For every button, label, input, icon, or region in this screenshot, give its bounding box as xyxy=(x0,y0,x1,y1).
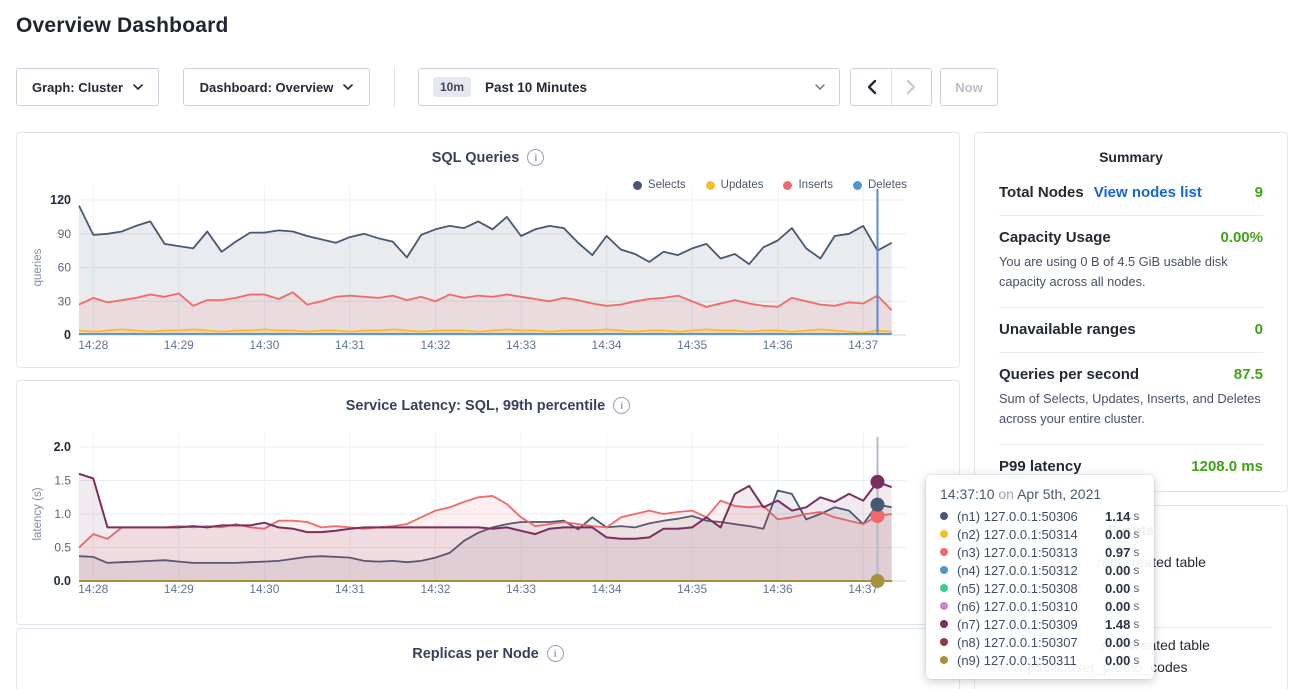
tooltip-row-n1: (n1) 127.0.0.1:50306 1.14 s xyxy=(940,507,1140,525)
graph-scope-label: Graph: Cluster xyxy=(32,80,123,95)
svg-text:0.0: 0.0 xyxy=(54,574,71,588)
replicas-title: Replicas per Node xyxy=(412,646,539,662)
tooltip-row-n8: (n8) 127.0.0.1:50307 0.00 s xyxy=(940,633,1140,651)
total-nodes-label: Total Nodes xyxy=(999,184,1084,201)
svg-text:14:31: 14:31 xyxy=(335,338,365,352)
n2-dot xyxy=(940,530,948,538)
svg-text:0.5: 0.5 xyxy=(54,541,71,555)
svg-text:14:28: 14:28 xyxy=(78,338,108,352)
graph-scope-dropdown[interactable]: Graph: Cluster xyxy=(16,68,159,106)
summary-heading: Summary xyxy=(999,133,1263,171)
svg-text:1.0: 1.0 xyxy=(54,507,71,521)
total-nodes-value: 9 xyxy=(1255,184,1263,201)
page-title: Overview Dashboard xyxy=(16,14,229,38)
capacity-usage-value: 0.00% xyxy=(1220,229,1263,246)
qps-value: 87.5 xyxy=(1234,366,1263,383)
svg-text:queries: queries xyxy=(32,248,44,286)
replicas-card: Replicas per Node i xyxy=(16,628,960,689)
n6-dot xyxy=(940,602,948,610)
info-icon[interactable]: i xyxy=(547,645,564,662)
time-range-badge: 10m xyxy=(433,77,471,97)
p99-latency-label: P99 latency xyxy=(999,458,1082,475)
summary-qps-row: Queries per second 87.5 Sum of Selects, … xyxy=(999,353,1263,445)
tooltip-row-n2: (n2) 127.0.0.1:50314 0.00 s xyxy=(940,525,1140,543)
p99-latency-value: 1208.0 ms xyxy=(1191,458,1263,475)
tooltip-row-n5: (n5) 127.0.0.1:50308 0.00 s xyxy=(940,579,1140,597)
n9-dot xyxy=(940,656,948,664)
svg-text:120: 120 xyxy=(50,193,71,207)
n8-dot xyxy=(940,638,948,646)
controls-divider xyxy=(394,66,395,108)
dashboard-label: Dashboard: Overview xyxy=(200,80,334,95)
chart-hover-tooltip: 14:37:10 on Apr 5th, 2021 (n1) 127.0.0.1… xyxy=(926,475,1154,679)
time-range-selector[interactable]: 10m Past 10 Minutes xyxy=(418,68,840,106)
n1-dot xyxy=(940,512,948,520)
sql-queries-card: SQL Queries i Selects Updates Inserts De… xyxy=(16,132,960,368)
chevron-down-icon xyxy=(815,84,825,90)
svg-text:14:33: 14:33 xyxy=(506,582,536,596)
now-button-label: Now xyxy=(955,80,982,95)
tooltip-timestamp: 14:37:10 on Apr 5th, 2021 xyxy=(940,486,1140,502)
svg-text:14:33: 14:33 xyxy=(506,338,536,352)
capacity-usage-label: Capacity Usage xyxy=(999,229,1111,246)
overview-dashboard-page: Overview Dashboard Graph: Cluster Dashbo… xyxy=(0,0,1290,689)
chevron-down-icon xyxy=(343,84,353,90)
time-range-label: Past 10 Minutes xyxy=(485,80,815,95)
service-latency-chart[interactable]: 0.0 0.5 1.0 1.5 2.0 14:28 14:29 14:30 14:31 14:32… xyxy=(17,381,961,626)
chevron-left-icon xyxy=(866,79,877,95)
prev-range-button[interactable] xyxy=(851,69,891,105)
summary-capacity-row: Capacity Usage 0.00% You are using 0 B o… xyxy=(999,216,1263,308)
view-nodes-list-link[interactable]: View nodes list xyxy=(1094,184,1202,201)
service-latency-card: Service Latency: SQL, 99th percentile i … xyxy=(16,380,960,625)
svg-text:14:34: 14:34 xyxy=(592,338,622,352)
svg-text:14:36: 14:36 xyxy=(763,338,793,352)
summary-unavailable-row: Unavailable ranges 0 xyxy=(999,308,1263,353)
svg-text:14:32: 14:32 xyxy=(420,338,450,352)
svg-text:60: 60 xyxy=(58,261,72,275)
tooltip-row-n7: (n7) 127.0.0.1:50309 1.48 s xyxy=(940,615,1140,633)
svg-text:14:28: 14:28 xyxy=(78,582,108,596)
n5-dot xyxy=(940,584,948,592)
tooltip-row-n3: (n3) 127.0.0.1:50313 0.97 s xyxy=(940,543,1140,561)
tooltip-row-n9: (n9) 127.0.0.1:50311 0.00 s xyxy=(940,651,1140,669)
chevron-right-icon xyxy=(906,79,917,95)
svg-text:30: 30 xyxy=(58,294,72,308)
capacity-usage-desc: You are using 0 B of 4.5 GiB usable disk… xyxy=(999,252,1263,293)
svg-text:14:35: 14:35 xyxy=(677,338,707,352)
svg-text:14:37: 14:37 xyxy=(848,338,878,352)
n3-dot xyxy=(940,548,948,556)
svg-text:14:32: 14:32 xyxy=(420,582,450,596)
svg-text:1.5: 1.5 xyxy=(54,474,71,488)
unavailable-ranges-value: 0 xyxy=(1255,321,1263,338)
summary-panel: Summary Total Nodes View nodes list 9 Ca… xyxy=(974,132,1288,492)
svg-text:14:29: 14:29 xyxy=(164,582,194,596)
dashboard-dropdown[interactable]: Dashboard: Overview xyxy=(183,68,370,106)
qps-desc: Sum of Selects, Updates, Inserts, and De… xyxy=(999,389,1263,430)
svg-text:14:30: 14:30 xyxy=(249,582,279,596)
sql-queries-chart[interactable]: 0 30 60 90 120 14:28 14:29 14:30 14:31 14:32 14:33… xyxy=(17,133,961,369)
svg-text:latency (s): latency (s) xyxy=(32,487,44,540)
next-range-button[interactable] xyxy=(891,69,931,105)
now-button[interactable]: Now xyxy=(940,68,998,106)
n4-dot xyxy=(940,566,948,574)
svg-text:14:35: 14:35 xyxy=(677,582,707,596)
tooltip-row-n6: (n6) 127.0.0.1:50310 0.00 s xyxy=(940,597,1140,615)
svg-text:14:36: 14:36 xyxy=(763,582,793,596)
chevron-down-icon xyxy=(133,84,143,90)
svg-text:14:29: 14:29 xyxy=(164,338,194,352)
summary-total-nodes-row: Total Nodes View nodes list 9 xyxy=(999,171,1263,216)
svg-text:2.0: 2.0 xyxy=(54,440,71,454)
unavailable-ranges-label: Unavailable ranges xyxy=(999,321,1136,338)
svg-text:14:31: 14:31 xyxy=(335,582,365,596)
tooltip-row-n4: (n4) 127.0.0.1:50312 0.00 s xyxy=(940,561,1140,579)
qps-label: Queries per second xyxy=(999,366,1139,383)
svg-text:14:30: 14:30 xyxy=(249,338,279,352)
svg-text:14:34: 14:34 xyxy=(592,582,622,596)
time-step-group xyxy=(850,68,932,106)
n7-dot xyxy=(940,620,948,628)
svg-text:0: 0 xyxy=(64,328,71,342)
svg-text:90: 90 xyxy=(58,227,72,241)
